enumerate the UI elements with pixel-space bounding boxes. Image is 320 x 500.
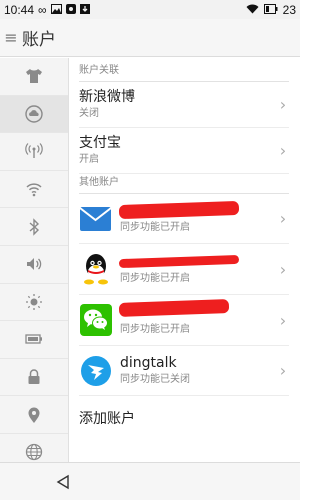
section-header-other: 其他账户 [79, 174, 289, 194]
account-title: 新浪微博 [79, 89, 135, 105]
wechat-icon [79, 304, 112, 337]
lock-icon [28, 369, 40, 385]
battery-level: 23 [282, 2, 296, 17]
chevron-right-icon: › [279, 310, 287, 330]
qq-icon [79, 253, 112, 286]
account-row-dingtalk[interactable]: dingtalk 同步功能已关闭 › [79, 346, 289, 396]
battery-icon [25, 334, 42, 345]
sidebar-item-sound[interactable] [0, 246, 68, 284]
account-title: dingtalk [120, 355, 177, 371]
section-header-linked: 账户关联 [79, 58, 289, 82]
page-title: 账户 [22, 30, 56, 49]
wifi-icon [26, 183, 42, 197]
sidebar-item-mobile-network[interactable] [0, 133, 68, 171]
accounts-panel: 账户关联 新浪微博 关闭 › 支付宝 开启 › 其他账户 同步功能已开启 › 同… [79, 58, 289, 462]
sidebar-item-accounts[interactable] [0, 95, 68, 134]
battery-status-icon [263, 3, 278, 17]
location-icon [28, 407, 40, 423]
chevron-right-icon: › [279, 95, 287, 114]
settings-sidebar [0, 58, 69, 472]
tshirt-icon [26, 69, 42, 84]
dingtalk-icon [79, 354, 112, 387]
status-bar: 10:44 ∞ 23 [0, 0, 300, 19]
account-status: 同步功能已开启 [120, 323, 190, 335]
signal-tower-icon [25, 143, 43, 159]
brightness-icon [26, 293, 42, 310]
account-row-weibo[interactable]: 新浪微博 关闭 › [79, 82, 289, 128]
account-status: 同步功能已关闭 [120, 374, 190, 385]
account-row-mail[interactable]: 同步功能已开启 › [79, 194, 289, 244]
volume-icon [27, 258, 42, 271]
chevron-right-icon: › [279, 259, 287, 279]
sidebar-item-bluetooth[interactable] [0, 208, 68, 246]
sidebar-item-personalize[interactable] [0, 58, 68, 96]
sidebar-item-display[interactable] [0, 284, 68, 322]
chevron-right-icon: › [279, 361, 287, 380]
wifi-status-icon [246, 3, 259, 17]
account-title: 支付宝 [79, 135, 121, 151]
cloud-icon [25, 105, 43, 123]
mail-icon [79, 202, 112, 235]
account-row-alipay[interactable]: 支付宝 开启 › [79, 128, 289, 174]
add-account-button[interactable]: 添加账户 [79, 396, 289, 440]
download-icon [79, 3, 90, 17]
chevron-right-icon: › [279, 141, 287, 160]
sidebar-item-wifi[interactable] [0, 171, 68, 209]
back-icon[interactable] [48, 467, 78, 497]
account-row-qq[interactable]: 同步功能已开启 › [79, 244, 289, 295]
account-row-wechat[interactable]: 同步功能已开启 › [79, 295, 289, 346]
sidebar-item-battery[interactable] [0, 321, 68, 359]
sidebar-item-location[interactable] [0, 396, 68, 434]
account-status: 关闭 [79, 108, 99, 119]
globe-icon [25, 444, 43, 461]
account-status: 同步功能已开启 [120, 272, 190, 284]
navigation-bar [0, 462, 300, 500]
chevron-right-icon: › [279, 209, 287, 228]
sidebar-item-security[interactable] [0, 359, 68, 397]
infinity-icon: ∞ [38, 2, 47, 17]
menu-icon[interactable]: ≡ [0, 19, 22, 57]
status-time: 10:44 [4, 2, 35, 17]
bluetooth-icon [29, 217, 40, 236]
account-status: 开启 [79, 154, 99, 165]
account-status: 同步功能已开启 [120, 222, 190, 233]
image-icon [50, 3, 62, 17]
notification-icon [65, 3, 76, 17]
app-header: ≡ 账户 [0, 19, 300, 57]
